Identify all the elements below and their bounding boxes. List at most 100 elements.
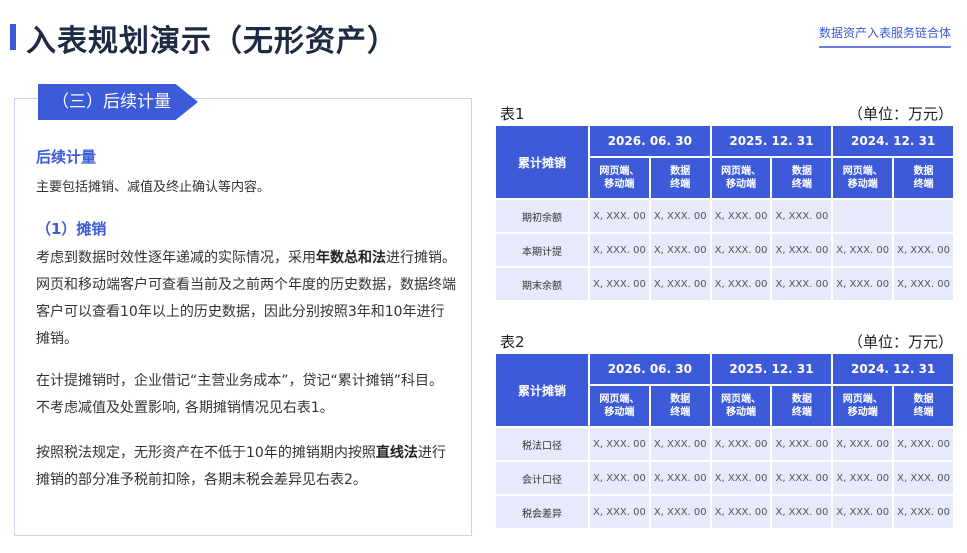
table1-row-header: 累计摊销 xyxy=(496,126,588,198)
table2-subheader: 网页端、 移动端 xyxy=(833,386,893,426)
table1-subheader: 数据 终端 xyxy=(650,158,710,198)
table1-subheader-line: 数据 xyxy=(913,166,934,177)
table2-subheader: 数据 终端 xyxy=(650,386,710,426)
table1-subheader: 数据 终端 xyxy=(772,158,832,198)
table2-unit: （单位：万元） xyxy=(847,333,953,351)
table1-subheader-line: 移动端 xyxy=(847,179,878,190)
table2-subheader-line: 移动端 xyxy=(726,407,757,418)
table2-date-header: 2026. 06. 30 xyxy=(590,354,710,384)
table1-cell: X, XXX. 00 xyxy=(772,268,832,300)
table2-subheader-line: 网页端、 xyxy=(721,394,762,405)
table1-title: 表1 xyxy=(500,105,525,123)
table1-cell: X, XXX. 00 xyxy=(833,268,893,300)
table1-subheader-line: 移动端 xyxy=(604,179,635,190)
table1-subheader: 网页端、 移动端 xyxy=(833,158,893,198)
table1-cell: X, XXX. 00 xyxy=(772,234,832,266)
table2-cell: X, XXX. 00 xyxy=(833,428,893,460)
table1-subheader-line: 数据 xyxy=(670,166,691,177)
paragraph-accounting-entry: 在计提摊销时，企业借记“主营业务成本”，贷记“累计摊销”科目。不考虑减值及处置影… xyxy=(36,373,444,416)
table1-row-label: 期初余额 xyxy=(496,200,588,232)
para3-bold-method: 直线法 xyxy=(375,445,418,461)
table2-subheader: 网页端、 移动端 xyxy=(590,386,649,426)
table2-cell: X, XXX. 00 xyxy=(650,496,710,528)
table2-cell: X, XXX. 00 xyxy=(894,462,953,494)
table1-cell xyxy=(894,200,953,232)
table1-cell: X, XXX. 00 xyxy=(894,234,953,266)
table2-cell: X, XXX. 00 xyxy=(711,428,771,460)
table1-row-label: 本期计提 xyxy=(496,234,588,266)
table-row: 期末余额 X, XXX. 00 X, XXX. 00 X, XXX. 00 X,… xyxy=(496,268,953,300)
table2-cell: X, XXX. 00 xyxy=(894,428,953,460)
paragraph-tax-rule: 按照税法规定，无形资产在不低于10年的摊销期内按照直线法进行摊销的部分准予税前扣… xyxy=(36,440,456,494)
table1-cell: X, XXX. 00 xyxy=(833,234,893,266)
table1-cell: X, XXX. 00 xyxy=(711,268,771,300)
table2-cell: X, XXX. 00 xyxy=(650,462,710,494)
table1-row-label: 期末余额 xyxy=(496,268,588,300)
table1-cell: X, XXX. 00 xyxy=(894,268,953,300)
table2-subheader-line: 终端 xyxy=(913,407,934,418)
table1-date-header: 2024. 12. 31 xyxy=(833,126,953,156)
table2-row-header: 累计摊销 xyxy=(496,354,588,426)
table1-subheader-line: 数据 xyxy=(791,166,812,177)
header-service-link[interactable]: 数据资产入表服务链合体 xyxy=(818,24,951,48)
para1-bold-method: 年数总和法 xyxy=(316,250,386,266)
table2-date-header: 2024. 12. 31 xyxy=(833,354,953,384)
table2-subheader: 网页端、 移动端 xyxy=(711,386,771,426)
title-accent-bar xyxy=(10,24,16,50)
table2-cell: X, XXX. 00 xyxy=(590,462,649,494)
table1-cell: X, XXX. 00 xyxy=(650,268,710,300)
table1-cell: X, XXX. 00 xyxy=(590,268,649,300)
table1-subheader-line: 终端 xyxy=(913,179,934,190)
table1-subheader: 网页端、 移动端 xyxy=(590,158,649,198)
table1-cell: X, XXX. 00 xyxy=(590,234,649,266)
section-tab: （三）后续计量 xyxy=(38,84,198,120)
table2-row-label: 税会差异 xyxy=(496,496,588,528)
table2-subheader-line: 终端 xyxy=(791,407,812,418)
subheading-subsequent-measurement: 后续计量 xyxy=(36,148,97,166)
table1-cell xyxy=(833,200,893,232)
table2-subheader-line: 移动端 xyxy=(604,407,635,418)
paragraph-amortization-method: 考虑到数据时效性逐年递减的实际情况，采用年数总和法进行摊销。网页和移动端客户可查… xyxy=(36,245,456,353)
table-row: 税会差异 X, XXX. 00 X, XXX. 00 X, XXX. 00 X,… xyxy=(496,496,953,528)
table1-subheader: 网页端、 移动端 xyxy=(711,158,771,198)
table-row: 税法口径 X, XXX. 00 X, XXX. 00 X, XXX. 00 X,… xyxy=(496,428,953,460)
table1-subheader-line: 网页端、 xyxy=(721,166,762,177)
table1-unit: （单位：万元） xyxy=(847,105,953,123)
table2-subheader: 数据 终端 xyxy=(772,386,832,426)
page-title: 入表规划演示（无形资产） xyxy=(26,24,398,59)
table1-cell: X, XXX. 00 xyxy=(772,200,832,232)
table2-cell: X, XXX. 00 xyxy=(711,462,771,494)
table2-cell: X, XXX. 00 xyxy=(772,462,832,494)
table1-cell: X, XXX. 00 xyxy=(590,200,649,232)
subheading-amortization: （1）摊销 xyxy=(36,220,107,238)
table2-subheader-line: 网页端、 xyxy=(599,394,640,405)
subsequent-measurement-desc: 主要包括摊销、减值及终止确认等内容。 xyxy=(36,180,271,195)
para3-text-a: 按照税法规定，无形资产在不低于10年的摊销期内按照 xyxy=(36,445,376,461)
table1-subheader-line: 网页端、 xyxy=(842,166,883,177)
table2-cell: X, XXX. 00 xyxy=(833,462,893,494)
table1-cell: X, XXX. 00 xyxy=(650,200,710,232)
table1-subheader-line: 网页端、 xyxy=(599,166,640,177)
table-row: 会计口径 X, XXX. 00 X, XXX. 00 X, XXX. 00 X,… xyxy=(496,462,953,494)
table2-date-header: 2025. 12. 31 xyxy=(711,354,832,384)
para1-text-a: 考虑到数据时效性逐年递减的实际情况，采用 xyxy=(36,250,316,266)
table-row: 期初余额 X, XXX. 00 X, XXX. 00 X, XXX. 00 X,… xyxy=(496,200,953,232)
table2-subheader-line: 移动端 xyxy=(847,407,878,418)
table1-cell: X, XXX. 00 xyxy=(650,234,710,266)
table2-subheader-line: 网页端、 xyxy=(842,394,883,405)
table2-subheader: 数据 终端 xyxy=(894,386,953,426)
table1-cell: X, XXX. 00 xyxy=(711,234,771,266)
table1-date-header: 2025. 12. 31 xyxy=(711,126,832,156)
table1-subheader: 数据 终端 xyxy=(894,158,953,198)
table2-cell: X, XXX. 00 xyxy=(590,496,649,528)
table-row: 本期计提 X, XXX. 00 X, XXX. 00 X, XXX. 00 X,… xyxy=(496,234,953,266)
table2-cell: X, XXX. 00 xyxy=(894,496,953,528)
table2-cell: X, XXX. 00 xyxy=(590,428,649,460)
table2-subheader-line: 终端 xyxy=(670,407,691,418)
table1: 累计摊销 2026. 06. 30 2025. 12. 31 2024. 12.… xyxy=(494,124,955,302)
table2-cell: X, XXX. 00 xyxy=(772,428,832,460)
table2-row-label: 会计口径 xyxy=(496,462,588,494)
table2-subheader-line: 数据 xyxy=(913,394,934,405)
table2-subheader-line: 数据 xyxy=(670,394,691,405)
table2-cell: X, XXX. 00 xyxy=(711,496,771,528)
